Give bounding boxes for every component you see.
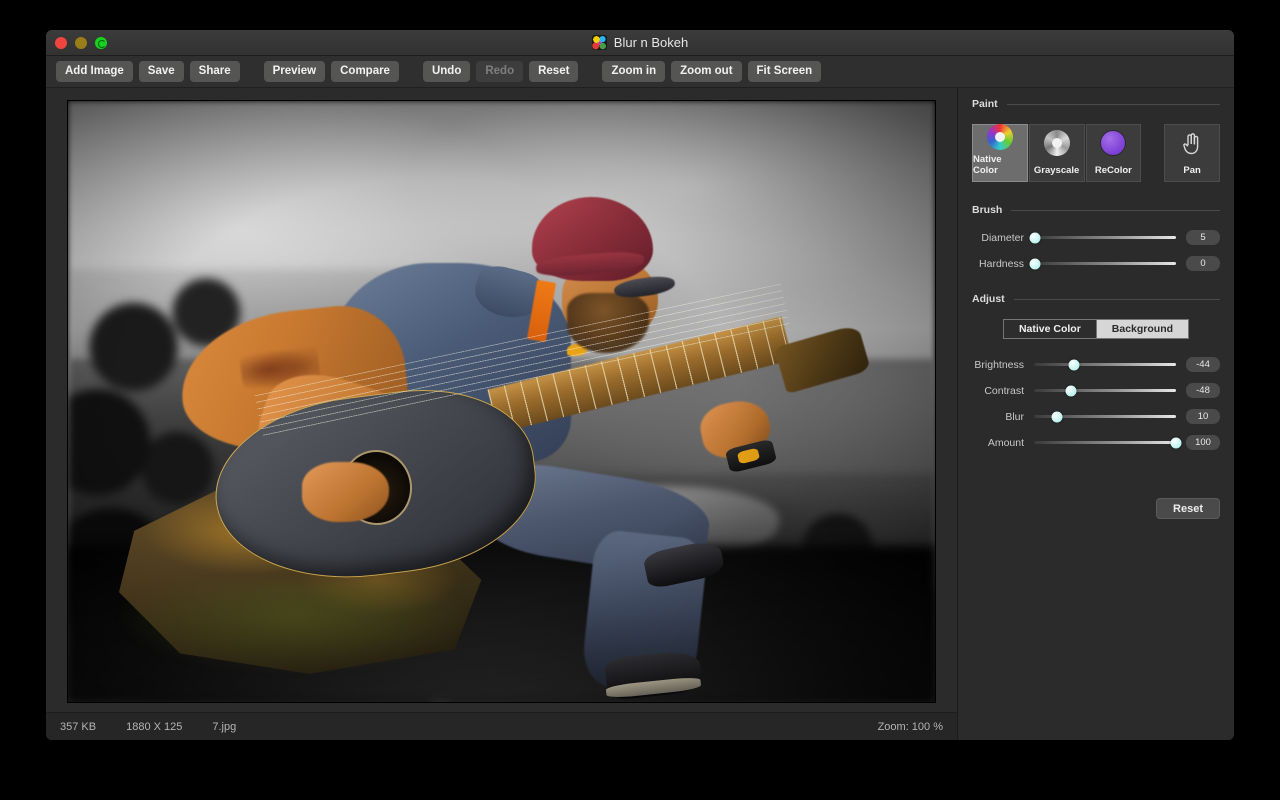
hardness-value: 0 bbox=[1186, 256, 1220, 271]
body-split: 357 KB 1880 X 125 7.jpg Zoom: 100 % Pain… bbox=[46, 88, 1234, 740]
hardness-slider-knob[interactable] bbox=[1029, 258, 1041, 269]
blur-slider-knob[interactable] bbox=[1051, 411, 1063, 422]
redo-button: Redo bbox=[476, 61, 524, 82]
contrast-slider-knob[interactable] bbox=[1065, 385, 1077, 396]
brightness-value: -44 bbox=[1186, 357, 1220, 372]
toolbar-group-zoom: Zoom in Zoom out Fit Screen bbox=[602, 61, 822, 82]
undo-button[interactable]: Undo bbox=[422, 61, 471, 82]
preview-button[interactable]: Preview bbox=[263, 61, 326, 82]
minimize-button[interactable] bbox=[75, 36, 87, 49]
segment-native-color[interactable]: Native Color bbox=[1002, 319, 1096, 339]
diameter-value: 5 bbox=[1186, 230, 1220, 245]
slider-row-amount: Amount 100 bbox=[972, 435, 1220, 450]
hardness-slider[interactable] bbox=[1029, 258, 1176, 269]
diameter-slider[interactable] bbox=[1029, 232, 1176, 243]
grayscale-wheel-icon bbox=[1043, 125, 1070, 161]
amount-label: Amount bbox=[987, 436, 1024, 449]
app-window: Blur n Bokeh Add Image Save Share Previe… bbox=[46, 30, 1234, 740]
status-zoom-level: Zoom: 100 % bbox=[877, 720, 943, 733]
main-toolbar: Add Image Save Share Preview Compare Und… bbox=[46, 56, 1234, 88]
contrast-slider[interactable] bbox=[1034, 385, 1176, 396]
blur-slider[interactable] bbox=[1034, 411, 1176, 422]
toolbar-group-history: Undo Redo Reset bbox=[422, 61, 579, 82]
adjust-heading-label: Adjust bbox=[972, 293, 1005, 305]
paint-heading-rule bbox=[1006, 103, 1220, 105]
brush-heading-rule bbox=[1011, 209, 1220, 211]
share-button[interactable]: Share bbox=[189, 61, 240, 82]
photo-rock-moss bbox=[120, 581, 467, 672]
brightness-slider-knob[interactable] bbox=[1068, 359, 1080, 370]
inspector-panel: Paint Native Color Grayscale ReColor Pan… bbox=[957, 88, 1234, 740]
tool-grayscale-label: Grayscale bbox=[1033, 165, 1080, 176]
brightness-label: Brightness bbox=[974, 358, 1024, 371]
hand-pan-icon bbox=[1180, 125, 1204, 161]
brush-section: Brush Diameter 5 Hardness 0 bbox=[972, 204, 1220, 271]
save-button[interactable]: Save bbox=[138, 61, 184, 82]
editor-pane: 357 KB 1880 X 125 7.jpg Zoom: 100 % bbox=[46, 88, 957, 740]
adjust-target-segmented-control: Native Color Background bbox=[972, 319, 1220, 339]
photo-strumming-hand bbox=[302, 461, 389, 522]
window-controls bbox=[46, 36, 107, 49]
status-dimensions: 1880 X 125 bbox=[126, 720, 183, 733]
toolbar-group-view: Preview Compare bbox=[263, 61, 399, 82]
brush-heading-label: Brush bbox=[972, 204, 1003, 216]
panel-reset-row: Reset bbox=[972, 498, 1220, 519]
contrast-label: Contrast bbox=[984, 384, 1024, 397]
image-canvas[interactable] bbox=[68, 101, 935, 702]
close-button[interactable] bbox=[55, 36, 67, 49]
brightness-slider[interactable] bbox=[1034, 359, 1176, 370]
segment-background[interactable]: Background bbox=[1095, 319, 1190, 339]
purple-circle-icon bbox=[1100, 125, 1127, 161]
tool-pan-label: Pan bbox=[1183, 165, 1201, 176]
slider-row-hardness: Hardness 0 bbox=[972, 256, 1220, 271]
toolbar-group-file: Add Image Save Share bbox=[56, 61, 240, 82]
title-center: Blur n Bokeh bbox=[46, 35, 1234, 50]
fit-screen-button[interactable]: Fit Screen bbox=[747, 61, 822, 82]
tool-recolor[interactable]: ReColor bbox=[1085, 124, 1142, 182]
add-image-button[interactable]: Add Image bbox=[56, 61, 133, 82]
slider-row-blur: Blur 10 bbox=[972, 409, 1220, 424]
tool-native-color[interactable]: Native Color bbox=[972, 124, 1028, 182]
reset-button[interactable]: Reset bbox=[529, 61, 579, 82]
color-wheel-icon bbox=[986, 124, 1013, 150]
slider-row-brightness: Brightness -44 bbox=[972, 357, 1220, 372]
canvas-area bbox=[46, 88, 957, 712]
tool-pan[interactable]: Pan bbox=[1164, 124, 1220, 182]
status-file-size: 357 KB bbox=[60, 720, 97, 733]
paint-tool-group: Native Color Grayscale ReColor Pan bbox=[972, 124, 1220, 182]
window-title: Blur n Bokeh bbox=[613, 35, 689, 50]
blur-value: 10 bbox=[1186, 409, 1220, 424]
adjust-heading-rule bbox=[1013, 298, 1220, 300]
zoom-out-button[interactable]: Zoom out bbox=[671, 61, 742, 82]
paint-section-header: Paint bbox=[972, 98, 1220, 110]
zoom-in-button[interactable]: Zoom in bbox=[602, 61, 666, 82]
panel-reset-button[interactable]: Reset bbox=[1156, 498, 1220, 519]
amount-slider-knob[interactable] bbox=[1170, 437, 1182, 448]
tool-recolor-label: ReColor bbox=[1094, 165, 1132, 176]
brush-section-header: Brush bbox=[972, 204, 1220, 216]
slider-row-contrast: Contrast -48 bbox=[972, 383, 1220, 398]
status-filename: 7.jpg bbox=[212, 720, 237, 733]
status-bar: 357 KB 1880 X 125 7.jpg Zoom: 100 % bbox=[46, 712, 957, 740]
contrast-value: -48 bbox=[1186, 383, 1220, 398]
compare-button[interactable]: Compare bbox=[331, 61, 399, 82]
title-bar: Blur n Bokeh bbox=[46, 30, 1234, 56]
tool-grayscale[interactable]: Grayscale bbox=[1028, 124, 1085, 182]
adjust-section: Adjust Native Color Background Brightnes… bbox=[972, 293, 1220, 519]
amount-value: 100 bbox=[1186, 435, 1220, 450]
amount-slider[interactable] bbox=[1034, 437, 1182, 448]
tool-native-color-label: Native Color bbox=[973, 154, 1002, 176]
paint-heading-label: Paint bbox=[972, 98, 998, 110]
blur-label: Blur bbox=[1005, 410, 1024, 423]
diameter-label: Diameter bbox=[981, 231, 1024, 244]
zoom-button[interactable] bbox=[95, 36, 107, 49]
color-palette-icon bbox=[591, 35, 607, 50]
adjust-section-header: Adjust bbox=[972, 293, 1220, 305]
diameter-slider-knob[interactable] bbox=[1029, 232, 1041, 243]
slider-row-diameter: Diameter 5 bbox=[972, 230, 1220, 245]
hardness-label: Hardness bbox=[979, 257, 1024, 270]
